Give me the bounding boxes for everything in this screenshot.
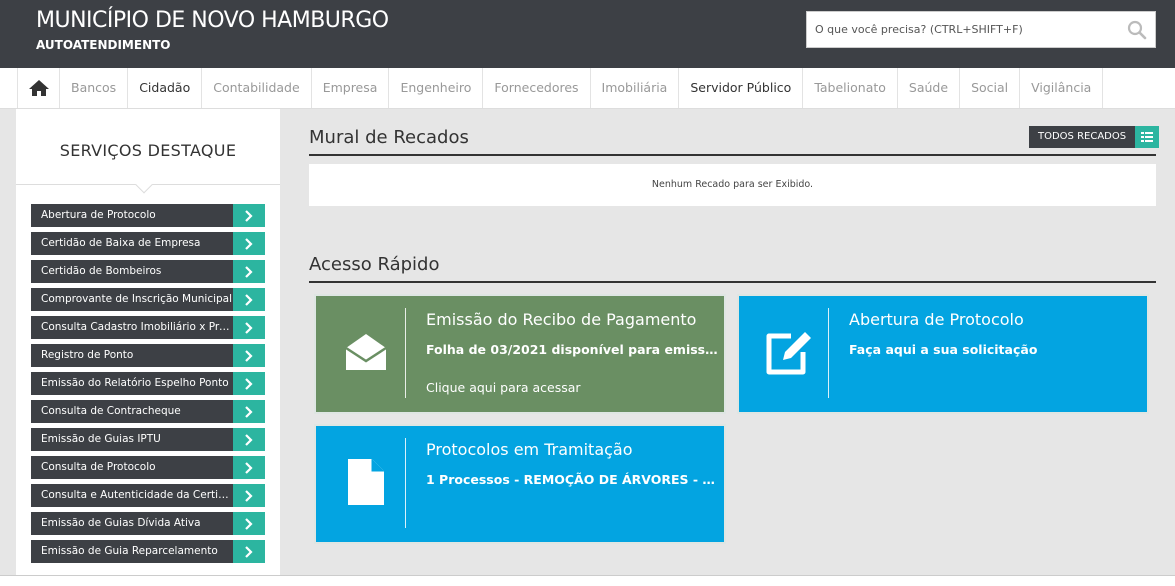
search-icon[interactable] bbox=[1127, 20, 1147, 40]
service-label: Consulta de Contracheque bbox=[31, 400, 233, 423]
card-title: Protocolos em Tramitação bbox=[426, 440, 633, 459]
card-title: Emissão do Recibo de Pagamento bbox=[426, 310, 697, 329]
service-item[interactable]: Emissão de Guia Reparcelamento bbox=[31, 540, 265, 563]
card-subtitle: Folha de 03/2021 disponível para emissão bbox=[426, 342, 718, 357]
service-label: Abertura de Protocolo bbox=[31, 204, 233, 227]
service-item[interactable]: Certidão de Baixa de Empresa bbox=[31, 232, 265, 255]
service-label: Emissão de Guias IPTU bbox=[31, 428, 233, 451]
nav-home-button[interactable] bbox=[17, 68, 60, 108]
nav-item-contabilidade[interactable]: Contabilidade bbox=[202, 68, 312, 108]
service-item[interactable]: Consulta Cadastro Imobiliário x Propriet… bbox=[31, 316, 265, 339]
all-messages-label: TODOS RECADOS bbox=[1029, 126, 1136, 148]
chevron-right-icon[interactable] bbox=[233, 372, 265, 395]
chevron-right-icon[interactable] bbox=[233, 344, 265, 367]
mural-divider bbox=[309, 154, 1156, 156]
nav-item-vigilancia[interactable]: Vigilância bbox=[1020, 68, 1104, 108]
chevron-right-icon[interactable] bbox=[233, 260, 265, 283]
search-input[interactable] bbox=[815, 12, 1115, 47]
chevron-right-icon[interactable] bbox=[233, 540, 265, 563]
chevron-right-icon[interactable] bbox=[233, 204, 265, 227]
edit-icon bbox=[759, 322, 819, 382]
card-link[interactable]: Clique aqui para acessar bbox=[426, 380, 581, 395]
service-list: Abertura de Protocolo Certidão de Baixa … bbox=[31, 204, 265, 568]
card-abertura-protocolo[interactable]: Abertura de Protocolo Faça aqui a sua so… bbox=[737, 294, 1149, 414]
chevron-right-icon[interactable] bbox=[233, 288, 265, 311]
service-label: Consulta Cadastro Imobiliário x Propriet… bbox=[31, 316, 233, 339]
service-label: Certidão de Bombeiros bbox=[31, 260, 233, 283]
quick-access-title: Acesso Rápido bbox=[309, 254, 440, 275]
all-messages-button[interactable]: TODOS RECADOS bbox=[1029, 126, 1160, 148]
chevron-right-icon[interactable] bbox=[233, 400, 265, 423]
card-divider bbox=[405, 438, 406, 528]
card-subtitle: Faça aqui a sua solicitação bbox=[849, 342, 1038, 357]
card-divider bbox=[828, 308, 829, 398]
mural-title: Mural de Recados bbox=[309, 127, 469, 148]
nav-item-servidor-publico[interactable]: Servidor Público bbox=[679, 68, 804, 108]
service-label: Certidão de Baixa de Empresa bbox=[31, 232, 233, 255]
service-label: Emissão de Guias Dívida Ativa bbox=[31, 512, 233, 535]
service-item[interactable]: Emissão de Guias IPTU bbox=[31, 428, 265, 451]
card-recibo-pagamento[interactable]: Emissão do Recibo de Pagamento Folha de … bbox=[314, 294, 726, 414]
nav-item-engenheiro[interactable]: Engenheiro bbox=[389, 68, 484, 108]
nav-item-social[interactable]: Social bbox=[960, 68, 1021, 108]
card-title: Abertura de Protocolo bbox=[849, 310, 1024, 329]
service-item[interactable]: Consulta de Protocolo bbox=[31, 456, 265, 479]
envelope-icon bbox=[336, 322, 396, 382]
chevron-right-icon[interactable] bbox=[233, 232, 265, 255]
service-label: Comprovante de Inscrição Municipal bbox=[31, 288, 233, 311]
service-label: Consulta de Protocolo bbox=[31, 456, 233, 479]
nav-item-imobiliaria[interactable]: Imobiliária bbox=[591, 68, 680, 108]
list-icon bbox=[1135, 126, 1160, 148]
service-label: Emissão do Relatório Espelho Ponto bbox=[31, 372, 233, 395]
home-icon bbox=[28, 80, 49, 96]
service-item[interactable]: Registro de Ponto bbox=[31, 344, 265, 367]
sidebar-header: SERVIÇOS DESTAQUE bbox=[16, 109, 280, 194]
nav-item-bancos[interactable]: Bancos bbox=[60, 68, 129, 108]
quick-access-divider bbox=[309, 281, 1156, 283]
service-item[interactable]: Emissão de Guias Dívida Ativa bbox=[31, 512, 265, 535]
document-icon bbox=[336, 452, 396, 512]
service-label: Consulta e Autenticidade da Certidão bbox=[31, 484, 233, 507]
chevron-right-icon[interactable] bbox=[233, 316, 265, 339]
service-label: Registro de Ponto bbox=[31, 344, 233, 367]
featured-services-panel: SERVIÇOS DESTAQUE Abertura de Protocolo … bbox=[16, 109, 280, 586]
search-box bbox=[806, 11, 1156, 48]
header: MUNICÍPIO DE NOVO HAMBURGO AUTOATENDIMEN… bbox=[0, 0, 1175, 68]
service-item[interactable]: Consulta e Autenticidade da Certidão bbox=[31, 484, 265, 507]
sidebar-title: SERVIÇOS DESTAQUE bbox=[59, 141, 237, 160]
service-item[interactable]: Abertura de Protocolo bbox=[31, 204, 265, 227]
nav-item-cidadao[interactable]: Cidadão bbox=[128, 68, 203, 108]
chevron-right-icon[interactable] bbox=[233, 428, 265, 451]
bottom-bar bbox=[0, 575, 1175, 586]
mural-empty-message: Nenhum Recado para ser Exibido. bbox=[309, 164, 1156, 206]
category-nav: Bancos Cidadão Contabilidade Empresa Eng… bbox=[0, 68, 1175, 109]
nav-item-fornecedores[interactable]: Fornecedores bbox=[483, 68, 591, 108]
site-subtitle: AUTOATENDIMENTO bbox=[36, 38, 171, 52]
service-item[interactable]: Emissão do Relatório Espelho Ponto bbox=[31, 372, 265, 395]
service-item[interactable]: Comprovante de Inscrição Municipal bbox=[31, 288, 265, 311]
site-title[interactable]: MUNICÍPIO DE NOVO HAMBURGO bbox=[36, 8, 389, 33]
chevron-right-icon[interactable] bbox=[233, 456, 265, 479]
service-label: Emissão de Guia Reparcelamento bbox=[31, 540, 233, 563]
sidebar-header-pointer bbox=[135, 176, 153, 194]
service-item[interactable]: Consulta de Contracheque bbox=[31, 400, 265, 423]
card-protocolos-tramitacao[interactable]: Protocolos em Tramitação 1 Processos - R… bbox=[314, 424, 726, 544]
nav-item-saude[interactable]: Saúde bbox=[898, 68, 961, 108]
service-item[interactable]: Certidão de Bombeiros bbox=[31, 260, 265, 283]
nav-items: Bancos Cidadão Contabilidade Empresa Eng… bbox=[60, 68, 1104, 108]
card-subtitle: 1 Processos - REMOÇÃO DE ÁRVORES - SEM bbox=[426, 472, 718, 487]
nav-item-empresa[interactable]: Empresa bbox=[312, 68, 390, 108]
card-divider bbox=[405, 308, 406, 398]
chevron-right-icon[interactable] bbox=[233, 484, 265, 507]
nav-item-tabelionato[interactable]: Tabelionato bbox=[803, 68, 898, 108]
chevron-right-icon[interactable] bbox=[233, 512, 265, 535]
